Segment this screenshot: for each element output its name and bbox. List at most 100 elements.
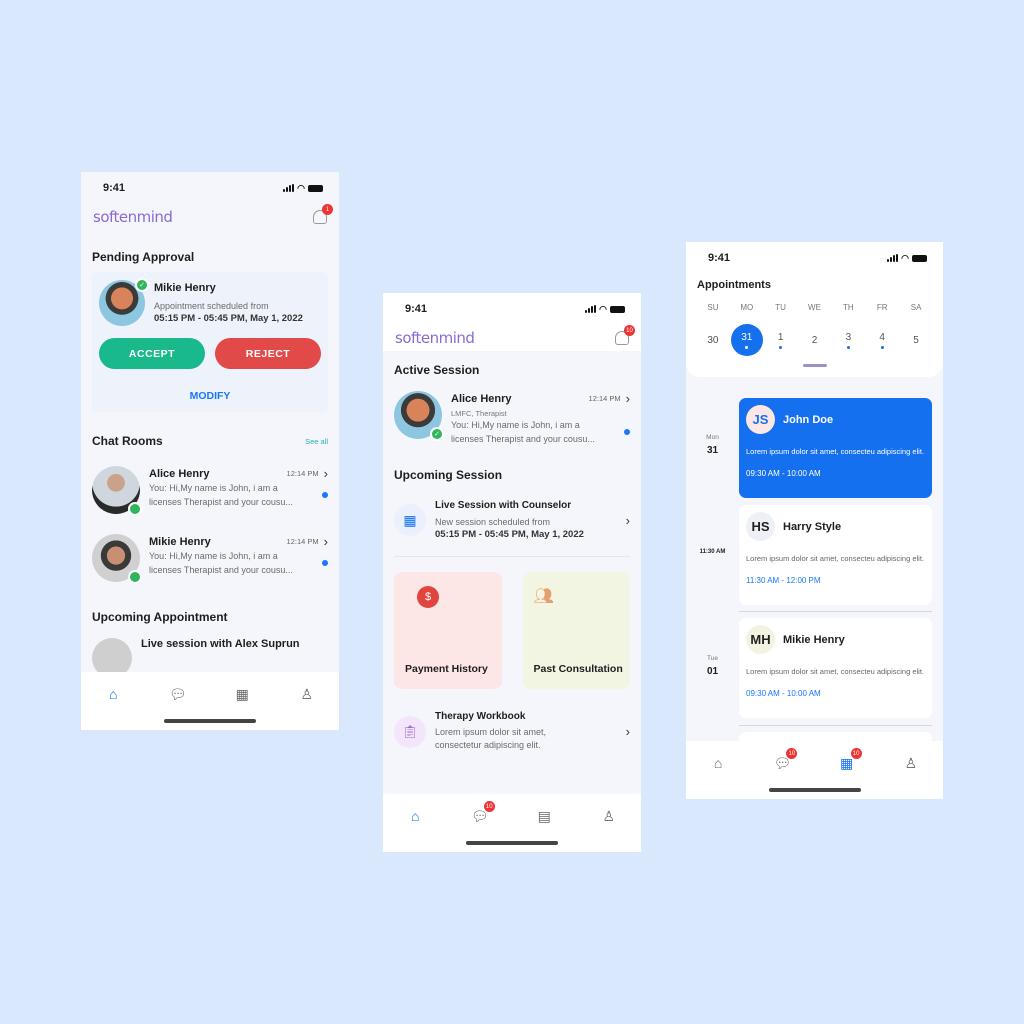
- tab-profile-icon[interactable]: ♙: [599, 808, 619, 824]
- initials-avatar: MH: [746, 625, 775, 654]
- appointment-time: 09:30 AM - 10:00 AM: [746, 689, 821, 698]
- workbook-desc: Lorem ipsum dolor sit amet,: [435, 727, 547, 737]
- calendar-day[interactable]: 1: [764, 324, 798, 356]
- chat-name: Alice Henry: [149, 467, 210, 480]
- tab-chat-icon[interactable]: 💬︎: [168, 686, 188, 702]
- section-title-chat: Chat Rooms: [92, 434, 163, 448]
- weekday-label: MO: [740, 303, 754, 312]
- tab-profile-icon[interactable]: ♙: [297, 686, 317, 702]
- chat-preview: licenses Therapist and your cousu...: [451, 434, 595, 444]
- appointment-time: 11:30 AM - 12:00 PM: [746, 576, 821, 585]
- event-marker-icon: [846, 345, 850, 349]
- appointment-name: Mikie Henry: [783, 633, 845, 646]
- pending-approval-screen: 9:41 ◠ softenmind 1 Pending Approval ✓ M…: [81, 172, 339, 730]
- chevron-right-icon: ›: [625, 512, 630, 528]
- unread-dot-icon: [624, 429, 630, 435]
- weekday-label: TU: [775, 303, 786, 312]
- day-number: 4: [879, 331, 885, 343]
- therapy-workbook-item[interactable]: 📋︎ Therapy Workbook Lorem ipsum dolor si…: [383, 711, 641, 752]
- calendar-icon: ▦: [394, 504, 426, 536]
- day-label: Mon: [706, 434, 719, 441]
- session-datetime: 05:15 PM - 05:45 PM, May 1, 2022: [435, 529, 584, 540]
- chat-time: 12:14 PM: [286, 537, 319, 546]
- reject-button[interactable]: REJECT: [215, 338, 321, 369]
- notification-bell-icon[interactable]: 1: [313, 204, 333, 224]
- initials-avatar: HS: [746, 512, 775, 541]
- calendar-badge: 10: [850, 748, 862, 759]
- verified-check-icon: ✓: [430, 427, 444, 441]
- verified-check-icon: ✓: [135, 278, 149, 292]
- calendar-day[interactable]: 4: [865, 324, 899, 356]
- tile-label: Payment History: [405, 663, 488, 675]
- see-all-link[interactable]: See all: [305, 437, 328, 446]
- accept-button[interactable]: ACCEPT: [99, 338, 205, 369]
- page-title: Appointments: [697, 279, 771, 291]
- avatar: ✓: [99, 278, 149, 326]
- status-time: 9:41: [405, 303, 428, 315]
- active-session-item[interactable]: ✓ Alice Henry 12:14 PM › LMFC, Therapist Y…: [383, 391, 641, 446]
- day-number: 5: [913, 334, 919, 346]
- drag-handle[interactable]: [802, 364, 827, 367]
- payment-history-tile[interactable]: $ Payment History: [394, 572, 502, 689]
- tab-calendar-icon[interactable]: ▦ 10: [837, 748, 862, 771]
- bottom-tab-bar: ⌂ 💬︎ 10 ▦ 10 ♙: [686, 741, 943, 799]
- unread-dot-icon: [322, 492, 328, 498]
- tab-chat-icon[interactable]: 💬︎ 10: [772, 748, 798, 771]
- calendar-day[interactable]: 2: [798, 324, 832, 356]
- calendar-day[interactable]: 30: [696, 324, 730, 356]
- chat-name: Mikie Henry: [149, 535, 211, 548]
- online-status-icon: [128, 570, 142, 584]
- tab-calendar-icon[interactable]: ▦: [232, 686, 252, 702]
- clipboard-icon: 📋︎: [394, 715, 426, 748]
- day-number: 30: [707, 334, 719, 346]
- appointment-time: 05:15 PM - 05:45 PM, May 1, 2022: [154, 313, 303, 324]
- divider: [739, 611, 932, 612]
- weekday-label: FR: [876, 303, 888, 312]
- battery-icon: [308, 184, 323, 192]
- upcoming-session-item[interactable]: ▦ Live Session with Counselor New sessio…: [383, 500, 641, 540]
- appointment-text: Appointment scheduled from: [154, 301, 269, 311]
- tab-document-icon[interactable]: ▤: [534, 808, 554, 824]
- weekday-label: WE: [808, 303, 821, 312]
- chat-item[interactable]: Mikie Henry 12:14 PM › You: Hi,My name is …: [81, 534, 339, 584]
- tab-home-icon[interactable]: ⌂: [103, 686, 123, 702]
- battery-icon: [912, 254, 927, 262]
- session-text: New session scheduled from: [435, 517, 551, 527]
- tab-profile-icon[interactable]: ♙: [901, 755, 921, 771]
- event-marker-icon: [745, 345, 749, 349]
- tile-label: Past Consultation: [533, 663, 623, 675]
- divider: [394, 556, 630, 557]
- calendar-day[interactable]: 5: [899, 324, 933, 356]
- battery-icon: [610, 305, 625, 313]
- online-status-icon: [128, 502, 142, 516]
- signal-icon: [585, 305, 597, 313]
- calendar-day[interactable]: 3: [831, 324, 865, 356]
- chat-preview: licenses Therapist and your cousu...: [149, 565, 293, 575]
- section-title-active: Active Session: [394, 363, 480, 377]
- app-logo: softenmind: [395, 329, 475, 347]
- session-title: Live Session with Counselor: [435, 500, 572, 511]
- calendar-day[interactable]: 31: [730, 324, 763, 356]
- payment-icon: $: [417, 586, 439, 608]
- tab-chat-icon[interactable]: 💬︎ 10: [470, 801, 495, 824]
- appointment-time: 09:30 AM - 10:00 AM: [746, 469, 821, 478]
- weekday-label: SU: [707, 303, 719, 312]
- chat-item[interactable]: Alice Henry 12:14 PM › You: Hi,My name is …: [81, 466, 339, 516]
- consultation-icon: 👥︎: [533, 588, 554, 605]
- past-consultation-tile[interactable]: 👥︎ Past Consultation: [522, 572, 630, 689]
- chevron-right-icon: ›: [625, 391, 630, 406]
- appointment-desc: Lorem ipsum dolor sit amet, consecteu ad…: [746, 447, 925, 456]
- bottom-tab-bar: ⌂ 💬︎ 10 ▤ ♙: [383, 794, 641, 852]
- appointment-card[interactable]: JS John Doe Lorem ipsum dolor sit amet, c…: [739, 398, 932, 498]
- notification-bell-icon[interactable]: 10: [615, 325, 635, 345]
- appointment-card[interactable]: HS Harry Style Lorem ipsum dolor sit amet…: [739, 505, 932, 605]
- app-logo: softenmind: [93, 208, 173, 226]
- appointment-card[interactable]: MH Mikie Henry Lorem ipsum dolor sit amet…: [739, 618, 932, 718]
- time-label: 11:30 AM: [699, 549, 726, 555]
- pending-approval-card: ✓ Mikie Henry Appointment scheduled from…: [92, 272, 328, 412]
- modify-button[interactable]: MODIFY: [99, 390, 321, 402]
- tab-home-icon[interactable]: ⌂: [405, 808, 425, 824]
- avatar: [92, 466, 142, 516]
- therapist-role: LMFC, Therapist: [451, 409, 507, 418]
- tab-home-icon[interactable]: ⌂: [708, 755, 728, 771]
